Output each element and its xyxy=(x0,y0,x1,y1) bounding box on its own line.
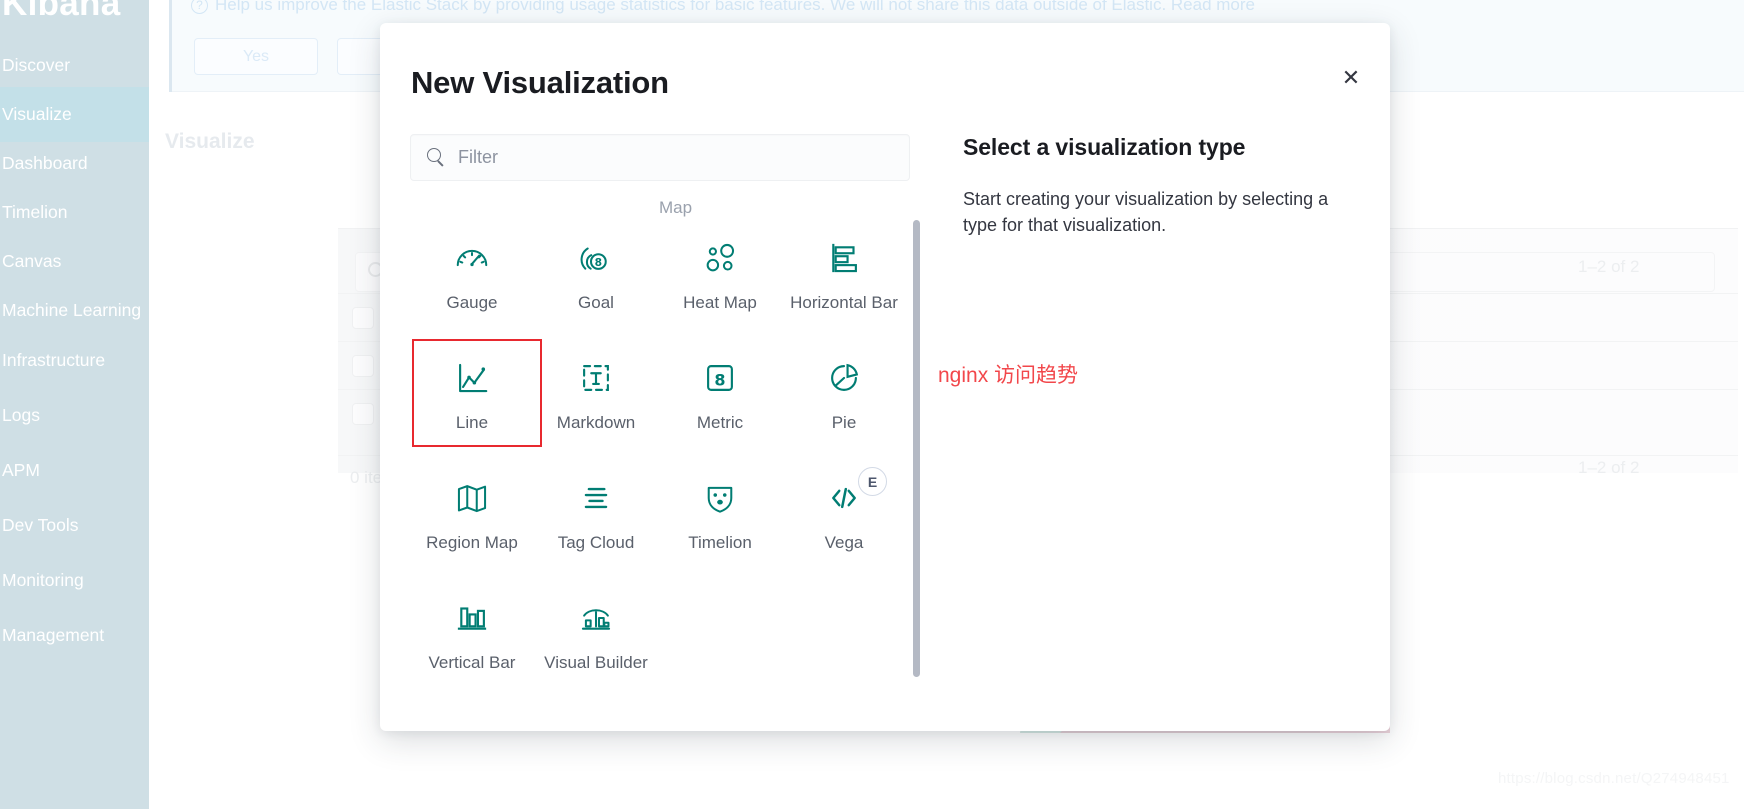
viz-type-label: Metric xyxy=(696,413,744,432)
pagination-top: 1–2 of 2 xyxy=(1578,257,1640,276)
viz-type-markdown[interactable]: Markdown xyxy=(534,342,658,462)
search-icon xyxy=(427,148,444,167)
row-checkbox[interactable] xyxy=(352,307,374,329)
viz-type-label: Heat Map xyxy=(683,293,757,312)
viz-type-label: Line xyxy=(455,413,489,432)
viz-type-label: Timelion xyxy=(688,533,752,552)
row-checkbox[interactable] xyxy=(352,355,374,377)
viz-type-label: Gauge xyxy=(446,293,498,312)
svg-text:8: 8 xyxy=(595,256,602,269)
details-body: Start creating your visualization by sel… xyxy=(963,189,1329,235)
viz-type-label: Horizontal Bar xyxy=(790,293,898,312)
sidebar: Kibana Discover Visualize Dashboard Time… xyxy=(0,0,149,809)
visualization-details-pane: Select a visualization type Start creati… xyxy=(963,134,1363,238)
region-map-icon xyxy=(453,479,491,517)
banner-accent-bar xyxy=(169,0,172,92)
visualization-types-panel: Map Gauge 8 Goal Heat Map Horizontal Bar… xyxy=(410,198,930,723)
viz-type-label: Visual Builder xyxy=(544,653,648,672)
viz-type-pie[interactable]: Pie xyxy=(782,342,906,462)
vertical-bar-icon xyxy=(453,599,491,637)
viz-type-vega[interactable]: E Vega xyxy=(782,462,906,582)
new-visualization-modal: New Visualization ✕ Map xyxy=(380,23,1390,731)
svg-text:8: 8 xyxy=(714,371,725,390)
viz-type-visual-builder[interactable]: Visual Builder xyxy=(534,582,658,702)
viz-type-label: Pie xyxy=(831,413,857,432)
row-checkbox[interactable] xyxy=(352,403,374,425)
viz-type-vertical-bar[interactable]: Vertical Bar xyxy=(410,582,534,702)
filter-search-box[interactable] xyxy=(410,134,910,181)
heat-map-icon xyxy=(701,239,739,277)
types-panel-scrollbar[interactable] xyxy=(913,220,920,677)
visual-builder-icon xyxy=(577,599,615,637)
sidebar-item-visualize[interactable]: Visualize xyxy=(0,87,149,142)
tag-cloud-icon xyxy=(577,479,615,517)
telemetry-yes-button[interactable]: Yes xyxy=(194,38,318,75)
telemetry-message-text: Help us improve the Elastic Stack by pro… xyxy=(215,0,1256,14)
viz-type-timelion[interactable]: Timelion xyxy=(658,462,782,582)
viz-type-horizontal-bar[interactable]: Horizontal Bar xyxy=(782,222,906,342)
sidebar-item-logs[interactable]: Logs xyxy=(0,388,149,443)
viz-type-label: Tag Cloud xyxy=(557,533,635,552)
viz-type-label: Vertical Bar xyxy=(428,653,516,672)
item-count-label: 0 ite xyxy=(350,468,383,487)
sidebar-item-timelion[interactable]: Timelion xyxy=(0,185,149,240)
viz-type-line[interactable]: Line xyxy=(410,339,542,462)
line-chart-icon xyxy=(453,359,491,397)
experimental-badge: E xyxy=(858,467,887,496)
viz-type-region-map[interactable]: Region Map xyxy=(410,462,534,582)
sidebar-item-monitoring[interactable]: Monitoring xyxy=(0,553,149,608)
page-title: Visualize xyxy=(165,130,255,153)
horizontal-bar-icon xyxy=(825,239,863,277)
sidebar-item-dev-tools[interactable]: Dev Tools xyxy=(0,498,149,553)
telemetry-message: ? Help us improve the Elastic Stack by pr… xyxy=(191,0,1255,15)
details-title: Select a visualization type xyxy=(963,134,1246,160)
viz-type-label: Goal xyxy=(578,293,614,312)
viz-type-label: Region Map xyxy=(426,533,518,552)
markdown-icon xyxy=(577,359,615,397)
visualization-types-grid: Gauge 8 Goal Heat Map Horizontal Bar Lin… xyxy=(410,222,908,702)
cut-off-type-label: Map xyxy=(659,198,693,217)
annotation-label: nginx 访问趋势 xyxy=(938,364,1079,387)
gauge-icon xyxy=(453,239,491,277)
sidebar-item-machine-learning[interactable]: Machine Learning xyxy=(0,283,149,338)
pagination-bottom: 1–2 of 2 xyxy=(1578,458,1640,477)
sidebar-item-management[interactable]: Management xyxy=(0,608,149,663)
watermark: https://blog.csdn.net/Q274948451 xyxy=(1498,770,1730,787)
vega-icon: E xyxy=(825,467,887,517)
metric-icon: 8 xyxy=(701,359,739,397)
screen: ? Help us improve the Elastic Stack by pr… xyxy=(0,0,1744,809)
sidebar-item-apm[interactable]: APM xyxy=(0,443,149,498)
modal-title: New Visualization xyxy=(411,65,669,100)
viz-type-tag-cloud[interactable]: Tag Cloud xyxy=(534,462,658,582)
viz-type-metric[interactable]: 8 Metric xyxy=(658,342,782,462)
question-icon: ? xyxy=(191,0,208,14)
filter-input[interactable] xyxy=(458,135,898,180)
viz-type-label: Markdown xyxy=(556,413,636,432)
sidebar-item-dashboard[interactable]: Dashboard xyxy=(0,136,149,191)
sidebar-item-discover[interactable]: Discover xyxy=(0,38,149,93)
sidebar-item-canvas[interactable]: Canvas xyxy=(0,234,149,289)
pie-chart-icon xyxy=(825,359,863,397)
viz-type-label: Vega xyxy=(824,533,864,552)
viz-type-gauge[interactable]: Gauge xyxy=(410,222,534,342)
timelion-icon xyxy=(701,479,739,517)
close-icon[interactable]: ✕ xyxy=(1338,66,1364,92)
viz-type-goal[interactable]: 8 Goal xyxy=(534,222,658,342)
kibana-logo: Kibana xyxy=(2,0,121,23)
sidebar-item-infrastructure[interactable]: Infrastructure xyxy=(0,333,149,388)
viz-type-heat-map[interactable]: Heat Map xyxy=(658,222,782,342)
goal-icon: 8 xyxy=(577,239,615,277)
